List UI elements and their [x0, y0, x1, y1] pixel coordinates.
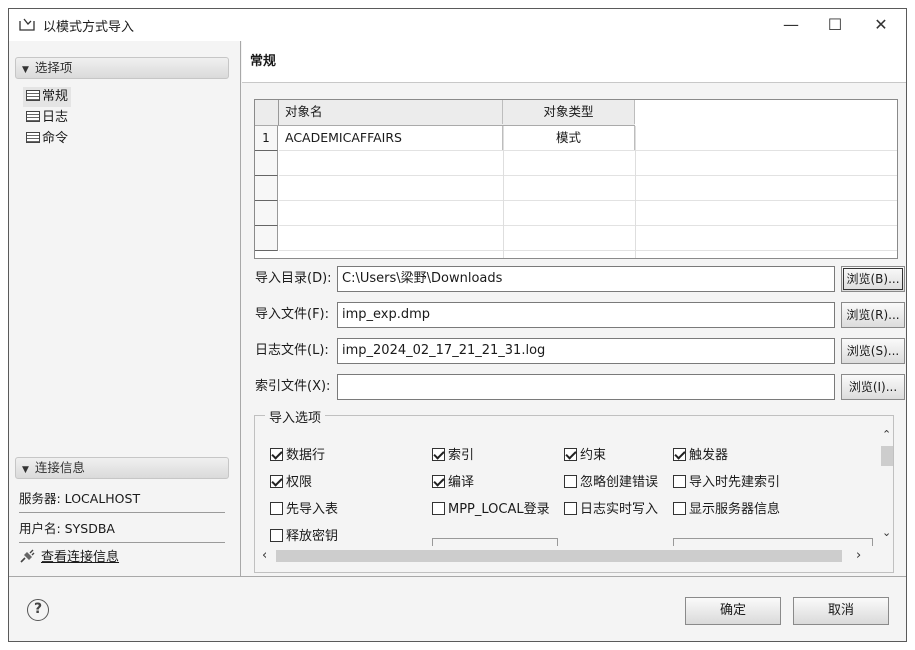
column-header-object-type[interactable]: 对象类型	[503, 100, 635, 124]
checkbox-unchecked-icon	[673, 502, 686, 515]
index-file-input[interactable]	[337, 374, 835, 400]
cell-object-type: 模式	[503, 126, 635, 150]
nav-item-command[interactable]: 命令	[23, 129, 71, 149]
option-index[interactable]: 索引	[432, 446, 474, 466]
log-file-label: 日志文件(L):	[255, 343, 329, 358]
browse-log-button[interactable]: 浏览(S)...	[841, 338, 905, 364]
page-title: 常规	[242, 41, 906, 83]
collapse-triangle-icon: ▼	[22, 465, 29, 475]
checkbox-checked-icon	[270, 448, 283, 461]
maximize-button[interactable]: ☐	[815, 13, 855, 37]
option-compile[interactable]: 编译	[432, 473, 474, 493]
title-bar: 以模式方式导入 — ☐ ✕	[9, 9, 906, 41]
options-vertical-scrollbar[interactable]: ⌃ ⌄	[878, 426, 894, 556]
option-tables-first[interactable]: 先导入表	[270, 500, 338, 520]
column-divider	[503, 126, 504, 258]
list-icon	[26, 111, 40, 122]
table-row	[279, 151, 897, 176]
import-dir-label: 导入目录(D):	[255, 271, 332, 286]
checkbox-unchecked-icon	[564, 502, 577, 515]
option-trigger[interactable]: 触发器	[673, 446, 728, 466]
option-mpp-local-login[interactable]: MPP_LOCAL登录	[432, 500, 550, 520]
checkbox-unchecked-icon	[673, 475, 686, 488]
nav-item-log[interactable]: 日志	[23, 108, 71, 128]
row-number[interactable]: 1	[255, 126, 278, 151]
checkbox-unchecked-icon	[270, 529, 283, 542]
import-dir-input[interactable]: C:\Users\梁野\Downloads	[337, 266, 835, 292]
vertical-scroll-thumb[interactable]	[881, 446, 893, 466]
right-pane: 常规 对象名 对象类型 1 ACADEMICAFFAIRS 模式 导入目录(D)…	[242, 41, 906, 576]
index-file-label: 索引文件(X):	[255, 379, 331, 394]
checkbox-checked-icon	[564, 448, 577, 461]
column-header-object-name[interactable]: 对象名	[279, 100, 503, 124]
checkbox-checked-icon	[673, 448, 686, 461]
list-icon	[26, 90, 40, 101]
select-items-header[interactable]: ▼ 选择项	[15, 57, 229, 79]
horizontal-scroll-thumb[interactable]	[276, 550, 842, 562]
user-info: 用户名: SYSDBA	[19, 515, 225, 543]
partial-input[interactable]	[673, 538, 873, 546]
collapse-triangle-icon: ▼	[22, 65, 29, 75]
option-realtime-log[interactable]: 日志实时写入	[564, 500, 658, 520]
table-row[interactable]: ACADEMICAFFAIRS 模式	[279, 126, 897, 151]
close-button[interactable]: ✕	[861, 13, 901, 37]
empty-row-number	[255, 201, 278, 226]
empty-row-number	[255, 226, 278, 251]
checkbox-checked-icon	[432, 448, 445, 461]
connection-plug-icon	[20, 549, 35, 563]
objects-table: 对象名 对象类型 1 ACADEMICAFFAIRS 模式	[254, 99, 898, 259]
scroll-left-icon[interactable]: ‹	[262, 548, 267, 563]
import-dialog: 以模式方式导入 — ☐ ✕ ▼ 选择项 常规 日志 命令 ▼ 连接信息 服务器: L…	[8, 8, 907, 642]
option-data-rows[interactable]: 数据行	[270, 446, 325, 466]
options-horizontal-scrollbar[interactable]: ‹ ›	[256, 546, 878, 566]
scroll-down-icon[interactable]: ⌄	[882, 526, 891, 539]
empty-row-number	[255, 176, 278, 201]
checkbox-unchecked-icon	[270, 502, 283, 515]
empty-row-number	[255, 151, 278, 176]
view-connection-link[interactable]: 查看连接信息	[19, 547, 119, 569]
import-options-title: 导入选项	[265, 407, 326, 426]
nav-item-general[interactable]: 常规	[23, 87, 72, 107]
checkbox-checked-icon	[432, 475, 445, 488]
scroll-up-icon[interactable]: ⌃	[882, 428, 891, 441]
browse-file-button[interactable]: 浏览(R)...	[841, 302, 905, 328]
server-info: 服务器: LOCALHOST	[19, 485, 225, 513]
list-icon	[26, 132, 40, 143]
cancel-button[interactable]: 取消	[793, 597, 889, 625]
option-index-first[interactable]: 导入时先建索引	[673, 473, 780, 493]
connection-info-header[interactable]: ▼ 连接信息	[15, 457, 229, 479]
option-privileges[interactable]: 权限	[270, 473, 312, 493]
cell-object-name: ACADEMICAFFAIRS	[279, 126, 503, 150]
option-show-server-info[interactable]: 显示服务器信息	[673, 500, 780, 520]
scroll-right-icon[interactable]: ›	[856, 548, 861, 563]
log-file-input[interactable]: imp_2024_02_17_21_21_31.log	[337, 338, 835, 364]
dialog-footer: ? 确定 取消	[9, 576, 906, 641]
option-constraint[interactable]: 约束	[564, 446, 606, 466]
options-scroll-area: 数据行 索引 约束 触发器 权限 编译 忽略创建错误 导入时先建索引 先导入表 …	[256, 426, 878, 546]
ok-button[interactable]: 确定	[685, 597, 781, 625]
option-release-key[interactable]: 释放密钥	[270, 527, 338, 546]
browse-dir-button[interactable]: 浏览(B)...	[841, 266, 905, 292]
table-row	[279, 226, 897, 251]
window-title: 以模式方式导入	[43, 20, 135, 35]
table-corner	[255, 100, 279, 126]
import-options-group: 导入选项 数据行 索引 约束 触发器 权限 编译 忽略创建错误 导入时先建索引 …	[254, 407, 894, 573]
left-pane: ▼ 选择项 常规 日志 命令 ▼ 连接信息 服务器: LOCALHOST 用户名: …	[9, 41, 241, 576]
table-header: 对象名 对象类型	[255, 100, 635, 126]
checkbox-unchecked-icon	[564, 475, 577, 488]
help-icon[interactable]: ?	[27, 599, 49, 621]
import-file-input[interactable]: imp_exp.dmp	[337, 302, 835, 328]
browse-index-button[interactable]: 浏览(I)...	[841, 374, 905, 400]
table-row	[279, 201, 897, 226]
table-row	[279, 176, 897, 201]
column-divider	[635, 126, 636, 258]
partial-input[interactable]	[432, 538, 558, 546]
checkbox-unchecked-icon	[432, 502, 445, 515]
import-app-icon	[19, 18, 35, 31]
minimize-button[interactable]: —	[771, 13, 811, 37]
import-file-label: 导入文件(F):	[255, 307, 330, 322]
checkbox-checked-icon	[270, 475, 283, 488]
option-ignore-create-errors[interactable]: 忽略创建错误	[564, 473, 658, 493]
